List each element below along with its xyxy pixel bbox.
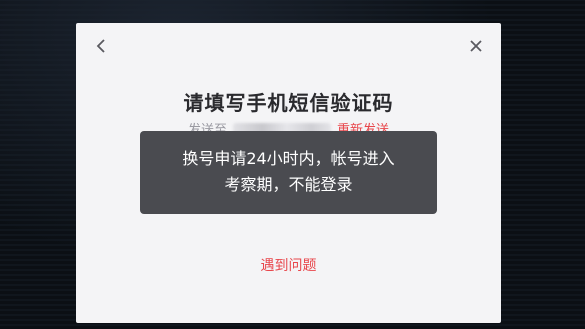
- chevron-left-icon: [96, 39, 105, 53]
- close-button[interactable]: [465, 35, 487, 57]
- back-button[interactable]: [90, 35, 112, 57]
- toast-line-2: 考察期，不能登录: [224, 175, 353, 194]
- toast-message: 换号申请24小时内，帐号进入 考察期，不能登录: [140, 131, 437, 214]
- problem-link[interactable]: 遇到问题: [76, 255, 501, 275]
- close-icon: [470, 40, 482, 52]
- toast-line-1: 换号申请24小时内，帐号进入: [182, 149, 395, 168]
- dialog-title: 请填写手机短信验证码: [183, 91, 394, 115]
